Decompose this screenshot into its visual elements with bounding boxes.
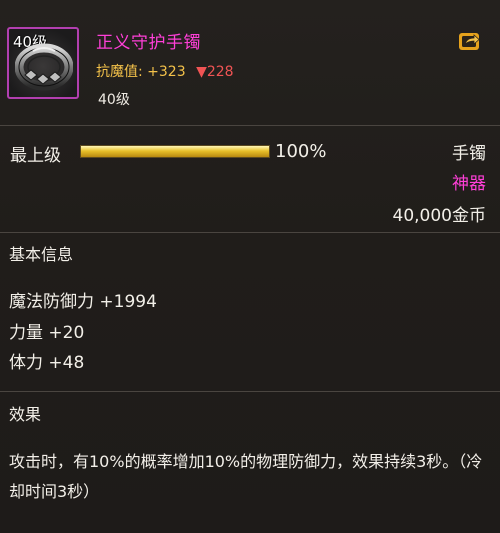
upgrade-progress-bar — [80, 145, 270, 158]
effect-description: 攻击时，有10%的概率增加10%的物理防御力，效果持续3秒。（冷却时间3秒） — [9, 452, 483, 501]
item-tooltip: 40级 正义守护手镯 抗魔值: +323 ▼228 40级 最上级 100% 手… — [0, 0, 500, 533]
stat-magic-defense: 魔法防御力 +1994 — [9, 292, 157, 312]
item-name: 正义守护手镯 — [96, 33, 201, 53]
effect-title: 效果 — [9, 405, 42, 424]
magic-resist-value: +323 — [147, 64, 186, 80]
item-icon-frame[interactable]: 40级 — [7, 27, 79, 99]
magic-resist-row: 抗魔值: +323 ▼228 — [96, 61, 234, 81]
item-price: 40,000金币 — [392, 206, 486, 226]
stat-strength: 力量 +20 — [9, 323, 85, 343]
upgrade-label: 最上级 — [10, 146, 61, 166]
bracelet-icon — [15, 43, 73, 91]
divider — [0, 391, 500, 392]
item-rarity: 神器 — [452, 174, 486, 194]
share-icon[interactable] — [458, 30, 482, 52]
stat-vitality: 体力 +48 — [9, 353, 85, 373]
divider — [0, 232, 500, 233]
item-type: 手镯 — [452, 144, 486, 164]
upgrade-progress-text: 100% — [275, 141, 327, 162]
upgrade-progress-fill — [81, 146, 269, 157]
basic-info-title: 基本信息 — [9, 245, 74, 264]
magic-resist-decrease: ▼228 — [196, 64, 234, 80]
divider — [0, 125, 500, 126]
magic-resist-label: 抗魔值: — [96, 64, 143, 80]
required-level: 40级 — [98, 92, 130, 108]
